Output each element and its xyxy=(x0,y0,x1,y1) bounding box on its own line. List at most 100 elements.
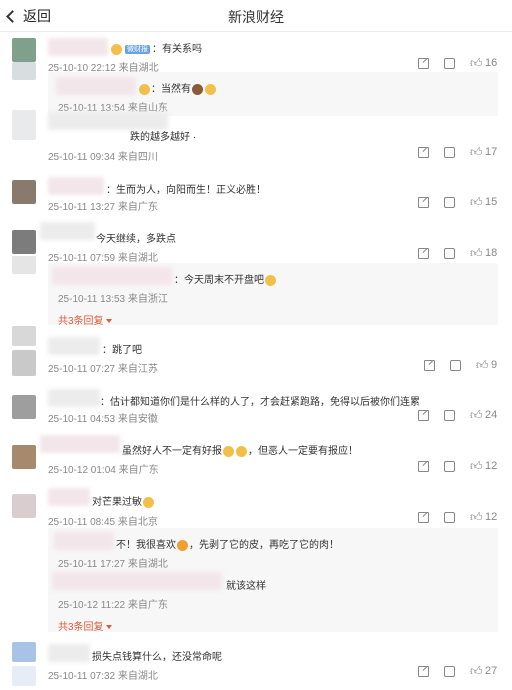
share-icon xyxy=(418,512,429,523)
comment-button[interactable] xyxy=(444,147,455,158)
comment-text: 对芒果过敏 xyxy=(92,493,155,508)
chevron-down-icon xyxy=(105,625,112,630)
like-count: 12 xyxy=(485,511,498,523)
avatar[interactable] xyxy=(12,395,36,419)
comment-text: 今天继续，多跌点 xyxy=(96,234,176,245)
comment-button[interactable] xyxy=(444,666,455,677)
comment-text: 损失点钱算什么，还没常命呢 xyxy=(92,652,222,663)
share-icon xyxy=(418,410,429,421)
username[interactable] xyxy=(54,532,114,550)
share-button[interactable] xyxy=(418,410,429,421)
comment-button[interactable] xyxy=(444,410,455,421)
top-bar: 返回 新浪财经 xyxy=(0,0,512,32)
like-button[interactable]: 👍︎ 15 xyxy=(470,196,497,208)
comment-text: ：跳了吧 xyxy=(102,345,142,356)
comment-icon xyxy=(450,360,461,371)
like-icon: 👍︎ xyxy=(470,664,483,678)
username[interactable] xyxy=(48,488,90,506)
poop-emoji-icon xyxy=(192,83,203,95)
comment-icon xyxy=(444,58,455,69)
avatar[interactable] xyxy=(12,110,36,140)
like-count: 15 xyxy=(485,196,498,208)
comment-button[interactable] xyxy=(444,461,455,472)
avatar[interactable] xyxy=(12,326,36,346)
like-button[interactable]: 👍︎ 9 xyxy=(476,359,497,371)
username[interactable] xyxy=(40,222,95,240)
like-icon: 👍︎ xyxy=(470,195,483,209)
share-button[interactable] xyxy=(418,58,429,69)
avatar[interactable] xyxy=(12,642,36,662)
comment-meta: 25-10-11 07:32 来自湖北 xyxy=(48,671,158,682)
reply-meta: 25-10-11 17:27 来自湖北 xyxy=(58,559,168,570)
like-icon: 👍︎ xyxy=(476,358,489,372)
share-button[interactable] xyxy=(418,248,429,259)
like-button[interactable]: 👍︎ 16 xyxy=(470,57,497,69)
comment-button[interactable] xyxy=(444,197,455,208)
share-button[interactable] xyxy=(424,360,435,371)
like-count: 17 xyxy=(485,146,498,158)
share-icon xyxy=(424,360,435,371)
like-count: 18 xyxy=(485,247,498,259)
chevron-down-icon xyxy=(105,319,112,324)
comment-text: 微财报 ：有关系吗 xyxy=(110,40,202,55)
avatar xyxy=(12,666,36,686)
comment-button[interactable] xyxy=(450,360,461,371)
share-button[interactable] xyxy=(418,512,429,523)
avatar[interactable] xyxy=(12,445,36,469)
avatar[interactable] xyxy=(12,38,36,62)
emoji-icon xyxy=(223,445,234,457)
share-button[interactable] xyxy=(418,461,429,472)
username[interactable] xyxy=(56,77,136,95)
share-icon xyxy=(418,58,429,69)
like-button[interactable]: 👍︎ 12 xyxy=(470,511,497,523)
more-replies-link[interactable]: 共3条回复 xyxy=(58,312,112,327)
emoji-icon xyxy=(143,496,154,508)
share-button[interactable] xyxy=(418,197,429,208)
emoji-icon xyxy=(265,274,276,286)
more-replies-link[interactable]: 共3条回复 xyxy=(58,618,112,633)
comment-icon xyxy=(444,197,455,208)
share-button[interactable] xyxy=(418,147,429,158)
like-button[interactable]: 👍︎ 12 xyxy=(470,460,497,472)
like-button[interactable]: 👍︎ 27 xyxy=(470,665,497,677)
reply-meta: 25-10-11 13:53 来自浙江 xyxy=(58,294,168,305)
username[interactable] xyxy=(40,435,120,453)
comment-icon xyxy=(444,512,455,523)
emoji-icon xyxy=(139,83,150,95)
username[interactable] xyxy=(52,572,222,590)
comment-icon xyxy=(444,248,455,259)
comment-text: ：估计都知道你们是什么样的人了，才会赶紧跑路，免得以后被你们连累 xyxy=(100,397,420,408)
avatar[interactable] xyxy=(12,494,36,518)
comment-icon xyxy=(444,666,455,677)
comment-meta: 25-10-11 07:27 来自江苏 xyxy=(48,364,158,375)
comment-button[interactable] xyxy=(444,58,455,69)
page-title: 新浪财经 xyxy=(228,9,284,25)
share-button[interactable] xyxy=(418,666,429,677)
avatar xyxy=(12,350,36,376)
like-count: 16 xyxy=(485,57,498,69)
reply-meta: 25-10-12 11:22 来自广东 xyxy=(58,600,168,611)
like-icon: 👍︎ xyxy=(470,459,483,473)
reply-text: 不！我很喜欢 ，先剥了它的皮，再吃了它的肉！ xyxy=(116,539,339,551)
username[interactable] xyxy=(48,337,100,355)
comment-button[interactable] xyxy=(444,248,455,259)
username[interactable] xyxy=(48,177,104,195)
like-count: 27 xyxy=(485,665,498,677)
comment-meta: 25-10-11 09:34 来自四川 xyxy=(48,152,158,163)
avatar[interactable] xyxy=(12,180,36,204)
username[interactable] xyxy=(48,389,100,407)
like-button[interactable]: 👍︎ 24 xyxy=(470,409,497,421)
like-button[interactable]: 👍︎ 17 xyxy=(470,146,497,158)
like-button[interactable]: 👍︎ 18 xyxy=(470,247,497,259)
comment-text: 虽然好人不一定有好报 ，但恶人一定要有报应！ xyxy=(122,445,358,457)
comment-text: ：生而为人，向阳而生！正义必胜！ xyxy=(106,185,266,196)
comment-text: 跌的越多越好 · xyxy=(130,132,197,143)
reply-text: 就该这样 xyxy=(226,581,266,592)
comment-button[interactable] xyxy=(444,512,455,523)
avatar[interactable] xyxy=(12,230,36,254)
username[interactable] xyxy=(48,38,108,56)
comment-meta: 25-10-11 13:27 来自广东 xyxy=(48,202,158,213)
username[interactable] xyxy=(52,267,172,285)
share-icon xyxy=(418,197,429,208)
username[interactable] xyxy=(48,644,90,662)
